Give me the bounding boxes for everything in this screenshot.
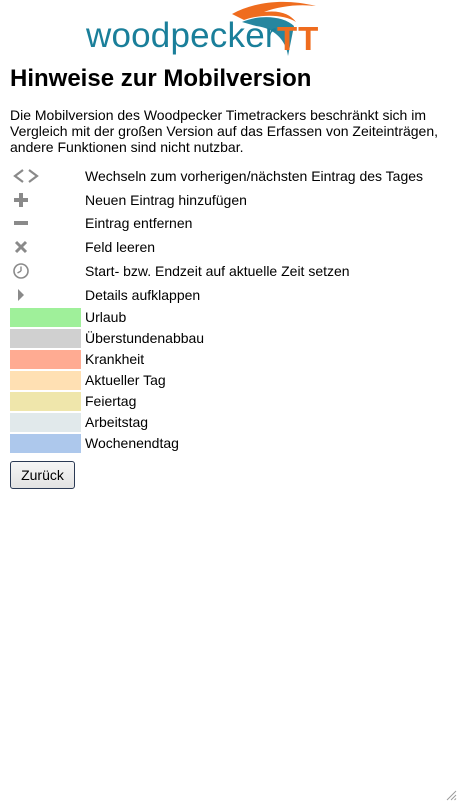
color-legend-label: Wochenendtag [85,435,179,452]
legend-label: Feld leeren [85,239,156,256]
legend: Wechseln zum vorherigen/nächsten Eintrag… [10,164,450,454]
legend-row-add: Neuen Eintrag hinzufügen [10,188,450,212]
minus-icon [10,213,82,233]
resize-grip-icon[interactable] [445,789,457,801]
legend-row-prev-next: Wechseln zum vorherigen/nächsten Eintrag… [10,164,450,188]
legend-row-clear: Feld leeren [10,235,450,259]
legend-row-remove: Eintrag entfernen [10,212,450,236]
color-legend-label: Überstundenabbau [85,330,205,347]
color-legend-row-wochenendtag: Wochenendtag [10,433,450,454]
color-legend-row-krankheit: Krankheit [10,349,450,370]
color-swatch [10,349,81,369]
color-legend-row-urlaub: Urlaub [10,307,450,328]
woodpecker-logo: woodpecker TT [84,0,344,62]
legend-label: Wechseln zum vorherigen/nächsten Eintrag… [85,167,424,184]
caret-right-icon [10,285,82,305]
close-icon [10,237,82,257]
color-legend-row-aktueller-tag: Aktueller Tag [10,370,450,391]
prev-next-chevrons-icon [10,166,82,186]
color-legend-row-arbeitstag: Arbeitstag [10,412,450,433]
legend-label: Details aufklappen [85,286,201,303]
legend-label: Start- bzw. Endzeit auf aktuelle Zeit se… [85,263,350,280]
color-swatch [10,307,81,327]
color-swatch [10,433,81,453]
legend-label: Neuen Eintrag hinzufügen [85,191,247,208]
color-legend-label: Arbeitstag [85,414,149,431]
page-title: Hinweise zur Mobilversion [10,65,312,92]
plus-icon [10,190,82,210]
color-swatch [10,391,81,411]
legend-row-details: Details aufklappen [10,283,450,307]
clock-icon [10,261,82,281]
color-legend-label: Krankheit [85,351,145,368]
logo-tt: TT [277,20,320,57]
color-legend-label: Feiertag [85,393,137,410]
color-legend-label: Urlaub [85,309,127,326]
legend-row-now: Start- bzw. Endzeit auf aktuelle Zeit se… [10,259,450,283]
color-swatch [10,328,81,348]
legend-label: Eintrag entfernen [85,215,193,232]
color-legend-row-ueberstundenabbau: Überstundenabbau [10,328,450,349]
color-legend-label: Aktueller Tag [85,372,166,389]
intro-text: Die Mobilversion des Woodpecker Timetrac… [10,107,439,155]
color-swatch [10,412,81,432]
back-button[interactable]: Zurück [10,461,75,489]
color-legend-row-feiertag: Feiertag [10,391,450,412]
color-swatch [10,370,81,390]
logo-wordmark: woodpecker [86,16,277,55]
